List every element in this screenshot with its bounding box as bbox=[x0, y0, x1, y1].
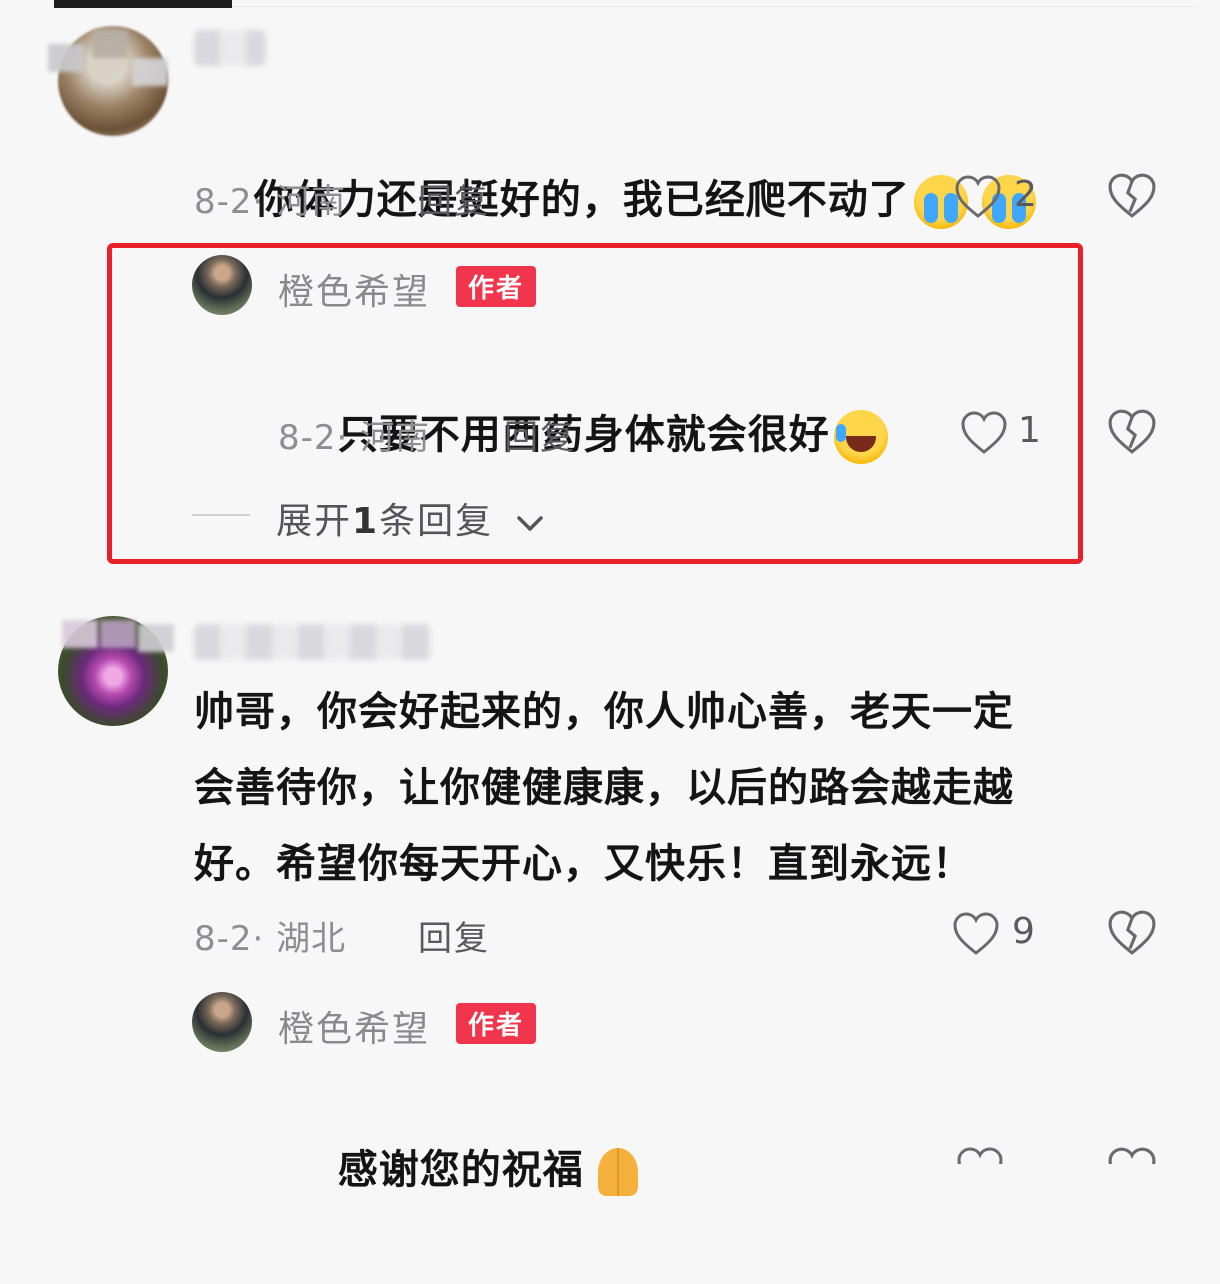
author-name[interactable]: 橙色希望 bbox=[278, 263, 430, 315]
comment-date-location: 8-2· 河南 bbox=[194, 182, 347, 222]
clipped-row bbox=[278, 1146, 1178, 1164]
author-avatar[interactable] bbox=[192, 255, 252, 315]
like-count: 1 bbox=[1018, 410, 1041, 451]
username-blurred[interactable] bbox=[194, 624, 432, 660]
mosaic-block bbox=[100, 620, 136, 648]
heart-icon bbox=[957, 1147, 1003, 1164]
reply-button[interactable]: 回复 bbox=[504, 410, 576, 459]
like-count: 9 bbox=[1012, 911, 1035, 952]
expand-label: 展开 bbox=[276, 501, 353, 542]
author-name[interactable]: 橙色希望 bbox=[278, 1000, 430, 1052]
mosaic-block bbox=[132, 58, 168, 86]
comment-text: 帅哥，你会好起来的，你人帅心善，老天一定 会善待你，让你健健康康，以后的路会越走… bbox=[194, 689, 1014, 887]
author-badge: 作者 bbox=[456, 1003, 537, 1044]
comment-date-location: 8-2· 湖北 bbox=[194, 919, 347, 959]
dislike-icon[interactable] bbox=[1106, 408, 1158, 456]
dislike-icon[interactable] bbox=[1106, 172, 1158, 220]
laughing-face-icon bbox=[833, 410, 888, 464]
expand-label-suffix: 条回复 bbox=[379, 501, 494, 542]
expand-divider bbox=[192, 514, 250, 516]
username-blurred[interactable] bbox=[194, 30, 266, 66]
dislike-icon bbox=[1108, 1147, 1156, 1164]
author-badge: 作者 bbox=[456, 266, 537, 307]
mosaic-block bbox=[138, 624, 174, 652]
expand-replies-button[interactable]: 展开1条回复 bbox=[276, 492, 545, 544]
comment-body: 你体力还是挺好的，我已经爬不动了 bbox=[253, 177, 910, 223]
reply-button[interactable]: 回复 bbox=[418, 174, 490, 223]
heart-icon bbox=[953, 912, 999, 955]
reply-date-location: 8-2· 河南 bbox=[278, 418, 431, 458]
mosaic-block bbox=[92, 30, 128, 58]
tab-indicator bbox=[54, 0, 232, 8]
divider bbox=[232, 6, 1198, 7]
author-avatar[interactable] bbox=[192, 992, 252, 1052]
chevron-down-icon bbox=[516, 516, 543, 531]
heart-icon bbox=[955, 175, 1001, 218]
expand-count: 1 bbox=[352, 501, 380, 542]
like-button[interactable]: 9 bbox=[952, 909, 1042, 959]
like-button[interactable]: 1 bbox=[960, 408, 1041, 458]
heart-icon bbox=[961, 411, 1007, 454]
like-button[interactable]: 2 bbox=[954, 172, 1044, 222]
mosaic-block bbox=[62, 620, 98, 648]
like-count: 2 bbox=[1014, 174, 1037, 215]
mosaic-block bbox=[48, 44, 84, 72]
reply-text: 感谢您的祝福 bbox=[278, 1056, 646, 1284]
dislike-icon[interactable] bbox=[1106, 909, 1158, 957]
reply-button[interactable]: 回复 bbox=[418, 911, 490, 960]
